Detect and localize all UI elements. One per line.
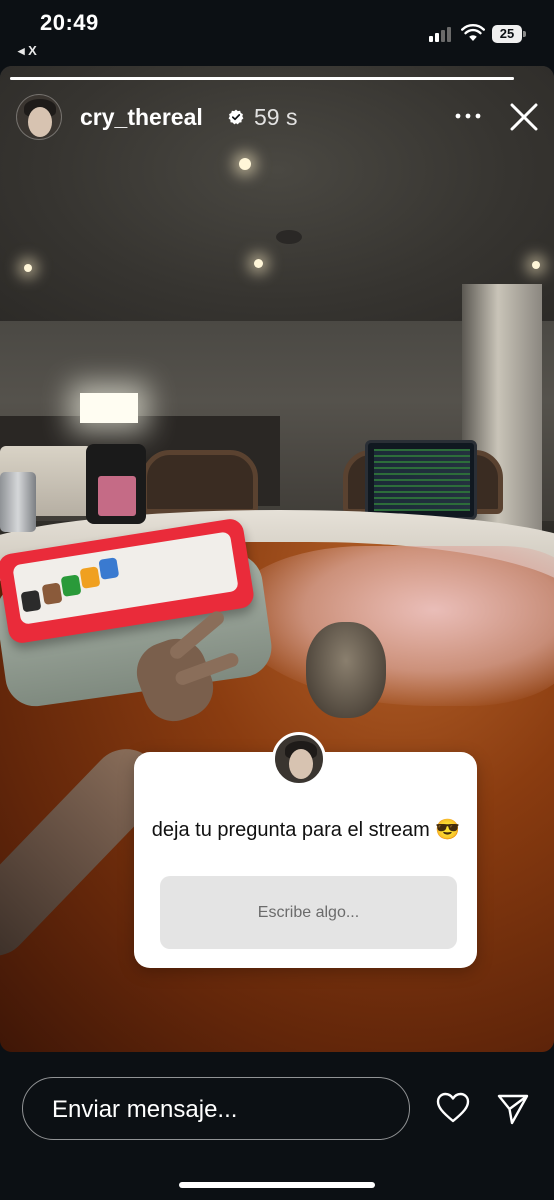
close-icon[interactable]: [508, 101, 540, 133]
send-message-input[interactable]: Enviar mensaje...: [22, 1077, 410, 1140]
battery-icon: 25: [492, 25, 526, 43]
profile-avatar[interactable]: [16, 94, 62, 140]
heart-icon[interactable]: [436, 1092, 470, 1124]
ceiling-light: [239, 158, 251, 170]
story-username[interactable]: cry_thereal: [80, 104, 203, 131]
message-placeholder: Enviar mensaje...: [52, 1096, 238, 1123]
status-time: 20:49: [40, 10, 99, 35]
send-icon[interactable]: [496, 1092, 530, 1126]
ceiling-light: [254, 259, 263, 268]
armchair: [142, 450, 258, 514]
status-bar: 20:49 ◂ X 25: [0, 0, 554, 66]
story-elapsed-time: 59 s: [254, 104, 298, 130]
camera: [86, 444, 146, 524]
person-head: [306, 622, 386, 718]
question-text: deja tu pregunta para el stream 😎: [151, 819, 461, 841]
verified-badge-icon: [228, 109, 244, 125]
drink-can: [0, 472, 36, 532]
ceiling-speaker: [276, 230, 302, 244]
tablet-screen: [365, 440, 477, 520]
wifi-icon: [461, 24, 485, 41]
battery-level: 25: [492, 25, 522, 43]
home-indicator[interactable]: [179, 1182, 375, 1188]
back-to-app-link[interactable]: ◂ X: [18, 43, 37, 59]
more-horizontal-icon[interactable]: [454, 104, 482, 128]
answer-input[interactable]: Escribe algo...: [160, 876, 457, 949]
ceiling-light: [532, 261, 540, 269]
story-progress-bar: [10, 77, 514, 80]
signal-icon: [429, 26, 455, 42]
sticker-avatar: [272, 732, 326, 786]
ceiling-light: [24, 264, 32, 272]
story-progress-fill: [10, 77, 514, 80]
studio-light: [80, 393, 138, 423]
